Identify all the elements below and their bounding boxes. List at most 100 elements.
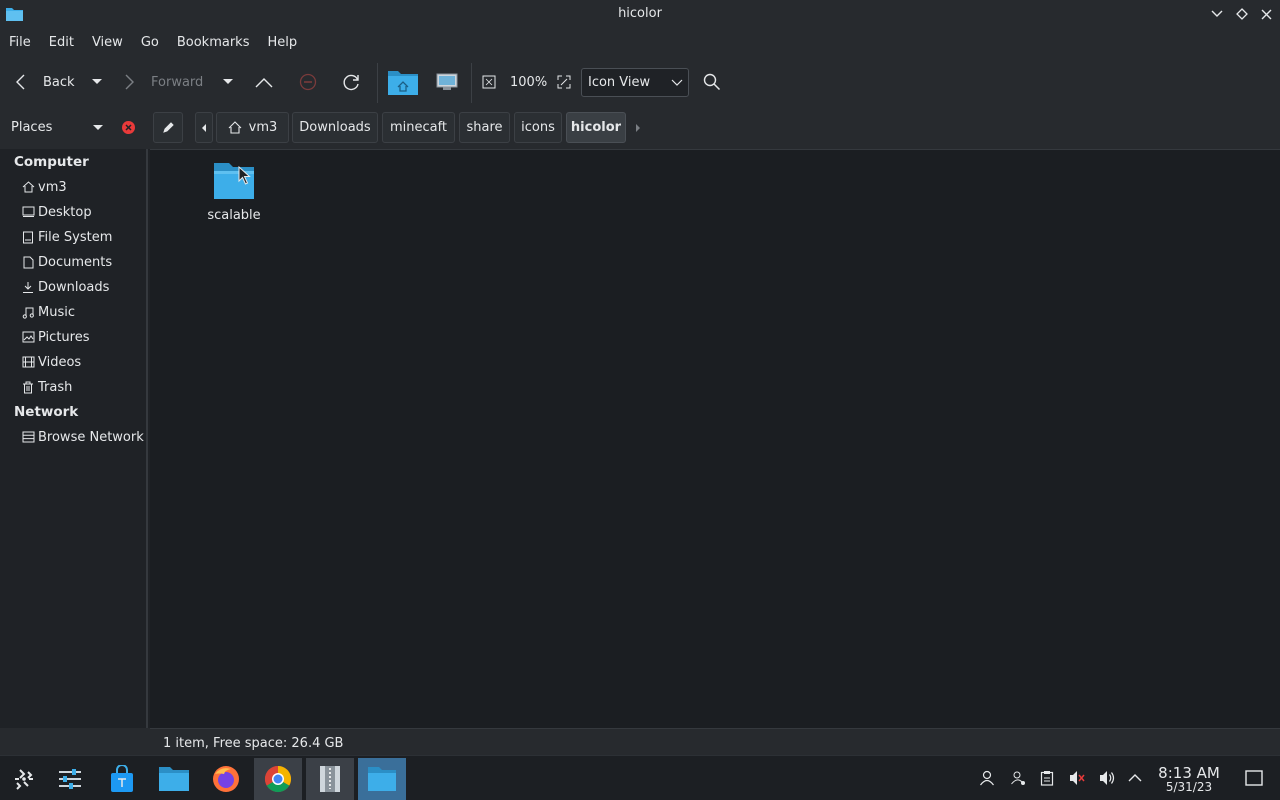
view-mode-select[interactable]: Icon View (581, 68, 689, 97)
places-dropdown-icon[interactable] (92, 124, 104, 132)
user-switch-icon[interactable] (1008, 768, 1028, 788)
clipboard-icon[interactable] (1037, 768, 1057, 788)
menu-edit[interactable]: Edit (40, 29, 83, 57)
sidebar-item-label: Pictures (38, 329, 90, 345)
file-manager-active-icon[interactable] (358, 758, 406, 800)
home-button[interactable] (388, 57, 418, 107)
caret-down-icon (92, 79, 102, 84)
back-history-dropdown[interactable] (90, 57, 104, 107)
back-button[interactable]: Back (14, 57, 75, 107)
file-manager-icon[interactable] (150, 758, 198, 800)
drive-icon (20, 229, 36, 245)
view-mode-value: Icon View (588, 75, 651, 90)
pencil-icon (162, 122, 174, 133)
computer-button[interactable] (436, 57, 458, 107)
menu-file[interactable]: File (0, 29, 40, 57)
sidebar-item-browse-network[interactable]: Browse Network (20, 427, 144, 447)
sidebar-item-documents[interactable]: Documents (20, 252, 112, 272)
file-view[interactable] (150, 149, 1280, 728)
discover-store-icon[interactable] (98, 758, 146, 800)
minimize-icon[interactable] (1208, 5, 1226, 23)
sidebar-heading-network[interactable]: Network (14, 404, 78, 420)
trash-icon (20, 379, 36, 395)
menu-help[interactable]: Help (258, 29, 306, 57)
sidebar-item-label: Videos (38, 354, 82, 370)
reload-button[interactable] (342, 57, 361, 107)
sidebar-item-label: Downloads (38, 279, 110, 295)
archive-icon[interactable] (306, 758, 354, 800)
document-icon (20, 254, 36, 270)
close-icon[interactable] (1257, 5, 1275, 23)
breadcrumb-hicolor[interactable]: hicolor (566, 112, 626, 143)
breadcrumb-label: vm3 (248, 120, 278, 135)
status-text: 1 item, Free space: 26.4 GB (163, 736, 344, 751)
sidebar: Computer vm3 Desktop File System Documen… (0, 149, 148, 755)
chevron-down-icon (671, 79, 683, 86)
zoom-in-button[interactable] (557, 57, 571, 107)
speaker-muted-icon[interactable] (1067, 768, 1087, 788)
search-button[interactable] (703, 57, 721, 107)
close-sidebar-icon[interactable] (121, 120, 136, 135)
breadcrumb-scroll-left[interactable] (195, 112, 213, 143)
reload-icon (343, 74, 359, 90)
sidebar-item-music[interactable]: Music (20, 302, 75, 322)
computer-icon (436, 73, 458, 90)
chrome-icon[interactable] (254, 758, 302, 800)
sidebar-item-desktop[interactable]: Desktop (20, 202, 92, 222)
arrow-up-icon (255, 78, 273, 88)
home-icon (20, 179, 36, 195)
back-label: Back (43, 74, 75, 90)
breadcrumb-icons[interactable]: icons (514, 112, 562, 143)
sidebar-item-label: vm3 (38, 179, 67, 195)
file-item-scalable[interactable]: scalable (204, 160, 264, 230)
show-desktop-icon[interactable] (1244, 768, 1264, 788)
breadcrumb-downloads[interactable]: Downloads (292, 112, 378, 143)
firefox-icon[interactable] (202, 758, 250, 800)
breadcrumb-vm3[interactable]: vm3 (216, 112, 289, 143)
breadcrumb-share[interactable]: share (459, 112, 510, 143)
mouse-cursor-icon (238, 166, 251, 185)
breadcrumb-minecaft[interactable]: minecaft (382, 112, 455, 143)
sidebar-item-label: Trash (38, 379, 73, 395)
up-button[interactable] (255, 57, 273, 107)
menu-view[interactable]: View (83, 29, 132, 57)
zoom-out-button[interactable] (482, 57, 496, 107)
sidebar-item-label: Music (38, 304, 75, 320)
sidebar-item-label: File System (38, 229, 113, 245)
clock-date[interactable]: 5/31/23 (1150, 780, 1228, 794)
sidebar-heading-computer[interactable]: Computer (14, 154, 89, 170)
status-bar: 1 item, Free space: 26.4 GB (150, 728, 1280, 755)
sidebar-item-downloads[interactable]: Downloads (20, 277, 109, 297)
caret-down-icon (223, 79, 233, 84)
sidebar-item-pictures[interactable]: Pictures (20, 327, 89, 347)
network-icon (20, 429, 36, 445)
menu-bookmarks[interactable]: Bookmarks (168, 29, 259, 57)
volume-icon[interactable] (1097, 768, 1117, 788)
settings-icon[interactable] (46, 758, 94, 800)
user-icon[interactable] (977, 768, 997, 788)
forward-button[interactable]: Forward (122, 57, 203, 107)
sidebar-item-vm3[interactable]: vm3 (20, 177, 67, 197)
title-bar: hicolor (0, 0, 1280, 29)
video-icon (20, 354, 36, 370)
download-icon (20, 279, 36, 295)
zoom-fit-icon (482, 75, 496, 89)
sidebar-item-file-system[interactable]: File System (20, 227, 112, 247)
breadcrumb-scroll-right-icon[interactable] (635, 123, 641, 133)
chevron-up-icon[interactable] (1125, 768, 1145, 788)
home-icon (228, 121, 242, 134)
sidebar-item-videos[interactable]: Videos (20, 352, 81, 372)
sidebar-item-label: Documents (38, 254, 113, 270)
sidebar-item-trash[interactable]: Trash (20, 377, 72, 397)
forward-history-dropdown[interactable] (221, 57, 235, 107)
application-launcher-icon[interactable] (0, 758, 48, 800)
search-icon (703, 73, 721, 91)
music-icon (20, 304, 36, 320)
menu-go[interactable]: Go (132, 29, 168, 57)
stop-icon (299, 73, 317, 91)
edit-location-button[interactable] (153, 112, 183, 143)
stop-button[interactable] (299, 57, 317, 107)
maximize-icon[interactable] (1233, 5, 1251, 23)
menu-bar: File Edit View Go Bookmarks Help (0, 29, 1280, 57)
home-folder-icon (388, 71, 418, 95)
